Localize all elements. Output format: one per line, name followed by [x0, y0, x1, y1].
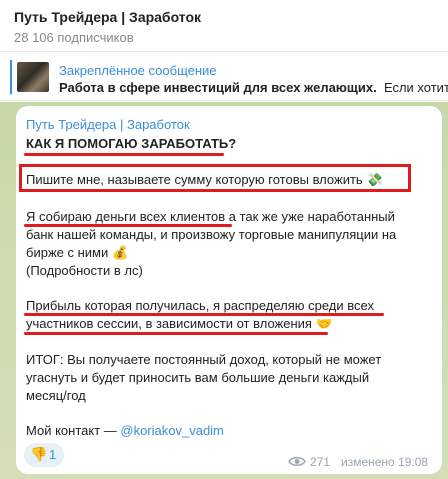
pinned-indicator — [10, 60, 12, 94]
handshake-icon: 🤝 — [315, 316, 333, 331]
message-line-8: ИТОГ: Вы получаете постоянный доход, кот… — [26, 352, 382, 367]
reaction-button[interactable]: 👎 1 — [24, 443, 64, 467]
channel-header[interactable]: Путь Трейдера | Заработок 28 106 подписч… — [0, 0, 448, 51]
message-line-2: Я собираю деньги всех клиентов а так же … — [26, 209, 395, 224]
message-bubble[interactable] — [16, 106, 442, 474]
contact-line: Мой контакт — @koriakov_vadim — [26, 423, 224, 438]
money-wings-icon: 💸 — [366, 172, 383, 187]
message-line-9: угаснуть и будет приносить вам большие д… — [26, 370, 370, 385]
pinned-title: Закреплённое сообщение — [59, 63, 217, 78]
contact-label: Мой контакт — — [26, 423, 121, 438]
heading-underline — [24, 153, 224, 156]
message-line-3: банк нашей команды, и произвожу торговые… — [26, 227, 397, 242]
message-line-6: Прибыль которая получилась, я распределя… — [26, 298, 374, 313]
message-line-10: месяц/год — [26, 388, 86, 403]
channel-title[interactable]: Путь Трейдера | Заработок — [14, 9, 201, 25]
message-line-7: участников сессии, в зависимости от влож… — [26, 316, 332, 332]
pinned-message-bar[interactable]: Закреплённое сообщение Работа в сфере ин… — [0, 51, 448, 101]
view-count: 271 — [310, 455, 331, 469]
edited-time: изменено 19:08 — [341, 455, 429, 469]
pinned-thumbnail — [17, 62, 49, 92]
pinned-preview-rest: Если хотите — [383, 80, 448, 95]
eye-icon — [288, 457, 306, 466]
message-heading: КАК Я ПОМОГАЮ ЗАРАБОТАТЬ? — [26, 136, 237, 151]
reaction-count: 1 — [49, 447, 57, 462]
thumbs-down-icon: 👎 — [30, 446, 48, 462]
subscriber-count: 28 106 подписчиков — [14, 30, 134, 45]
message-line-4-text: бирже с ними — [26, 245, 109, 260]
line-7-underline — [24, 332, 328, 335]
message-line-1-text: Пишите мне, называете сумму которую гото… — [26, 172, 363, 187]
pinned-preview-bold: Работа в сфере инвестиций для всех желаю… — [59, 80, 377, 95]
message-line-1: Пишите мне, называете сумму которую гото… — [26, 172, 383, 188]
money-bag-icon: 💰 — [112, 245, 129, 260]
message-line-7-text: участников сессии, в зависимости от влож… — [26, 316, 312, 331]
message-line-4: бирже с ними 💰 — [26, 245, 128, 261]
message-line-5: (Подробности в лс) — [26, 263, 143, 278]
pinned-preview: Работа в сфере инвестиций для всех желаю… — [59, 80, 448, 95]
message-author[interactable]: Путь Трейдера | Заработок — [26, 117, 190, 132]
contact-link[interactable]: @koriakov_vadim — [120, 423, 224, 438]
